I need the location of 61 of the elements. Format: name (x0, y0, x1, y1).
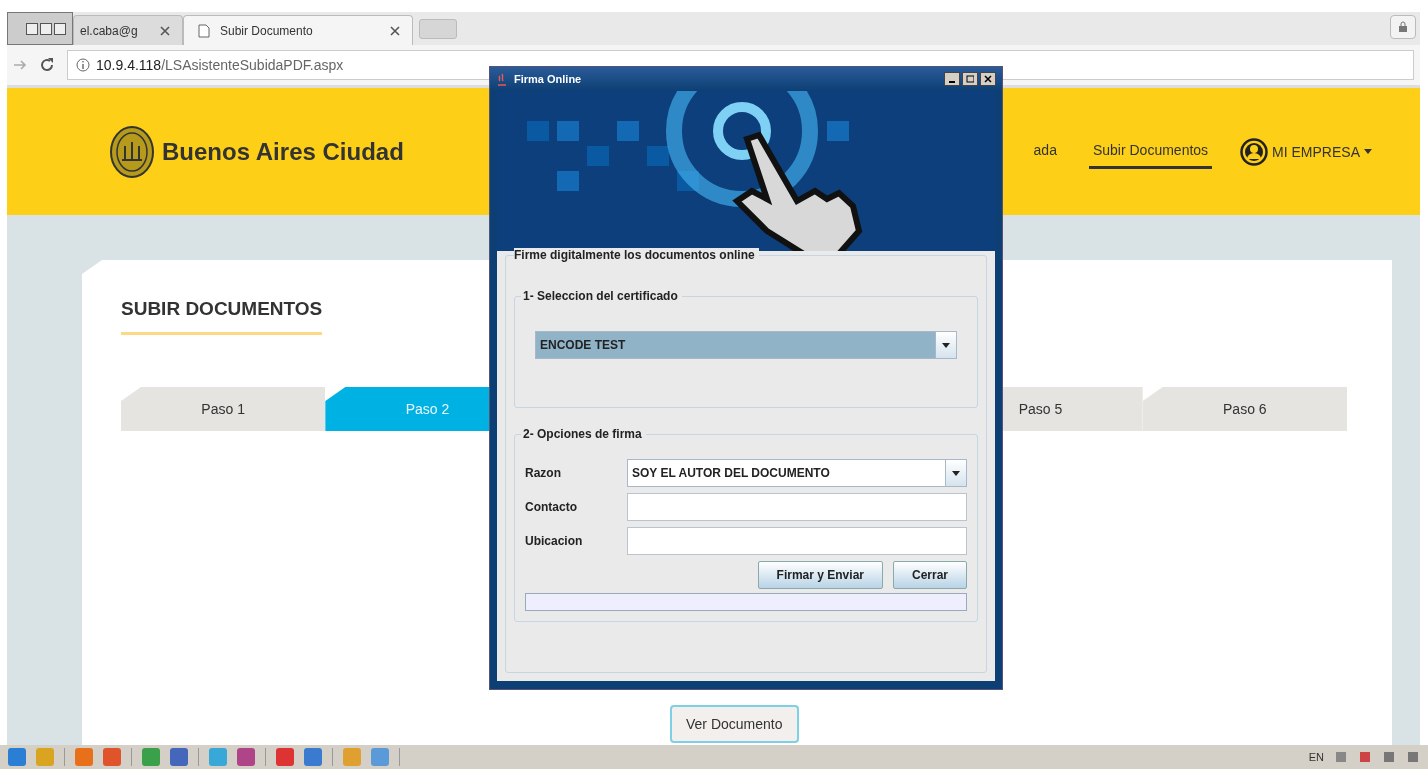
browser-tab[interactable]: Subir Documento (183, 15, 413, 45)
taskbar-app-icon[interactable] (304, 748, 322, 766)
close-icon (984, 75, 992, 83)
tray-icon[interactable] (1406, 750, 1420, 764)
app-icon (496, 72, 508, 86)
field-label: Contacto (525, 500, 578, 514)
taskbar-app-icon[interactable] (103, 748, 121, 766)
dropdown[interactable]: SOY EL AUTOR DEL DOCUMENTO (627, 459, 967, 487)
new-tab-button[interactable] (419, 19, 457, 39)
profile-button[interactable] (1390, 15, 1416, 39)
minimize-button[interactable] (944, 72, 960, 86)
page-icon (198, 23, 210, 38)
taskbar-app-icon[interactable] (142, 748, 160, 766)
taskbar-app-icon[interactable] (237, 748, 255, 766)
dialog-button[interactable]: Cerrar (892, 561, 967, 589)
tray-icon[interactable] (1334, 750, 1348, 764)
reload-icon[interactable] (39, 57, 55, 73)
taskbar-app-icon[interactable] (170, 748, 188, 766)
input-field[interactable] (627, 527, 967, 555)
dialog-button[interactable]: Firmar y Enviar (757, 561, 883, 589)
account-menu[interactable]: MI EMPRESA (1240, 137, 1372, 166)
language-indicator[interactable]: EN (1308, 751, 1324, 763)
taskbar-app-icon[interactable] (36, 748, 54, 766)
caret-icon (1364, 149, 1372, 154)
taskbar-app-icon[interactable] (8, 748, 26, 766)
user-icon (1240, 137, 1269, 166)
maximize-button[interactable] (962, 72, 978, 86)
close-icon[interactable] (390, 25, 400, 36)
caret-icon (942, 342, 950, 348)
caret-icon (952, 470, 960, 476)
dropdown[interactable]: ENCODE TEST (535, 331, 957, 359)
tray-icon[interactable] (1358, 750, 1372, 764)
section-title: 1- Seleccion del certificado (521, 289, 682, 303)
window-controls[interactable] (7, 12, 73, 45)
step-tab[interactable]: Paso 1 (121, 387, 326, 431)
field-label: Ubicacion (525, 534, 584, 548)
page-title: SUBIR DOCUMENTOS (121, 298, 323, 335)
taskbar-app-icon[interactable] (371, 748, 389, 766)
url-text: 10.9.4.118/LSAsistenteSubidaPDF.aspx (96, 57, 344, 73)
forward-icon[interactable] (13, 59, 27, 71)
taskbar-app-icon[interactable] (276, 748, 294, 766)
crest-logo (110, 125, 154, 178)
input-field[interactable] (627, 493, 967, 521)
taskbar-app-icon[interactable] (75, 748, 93, 766)
section-title: 2- Opciones de firma (521, 427, 646, 441)
info-icon (76, 58, 90, 72)
browser-tab[interactable]: el.caba@g (73, 15, 183, 45)
taskbar-app-icon[interactable] (343, 748, 361, 766)
close-button[interactable] (980, 72, 996, 86)
step-tab[interactable]: Paso 6 (1142, 387, 1347, 431)
taskbar-app-icon[interactable] (209, 748, 227, 766)
nav-link[interactable]: ada (1029, 134, 1061, 169)
tray-icon[interactable] (1382, 750, 1396, 764)
nav-link[interactable]: Subir Documentos (1088, 134, 1213, 169)
view-document-button[interactable]: Ver Documento (670, 705, 799, 743)
group-title: Firme digitalmente los documentos online (514, 248, 759, 262)
brand-name: Buenos Aires Ciudad (162, 137, 404, 166)
field-label: Razon (525, 466, 562, 480)
close-icon[interactable] (160, 25, 170, 36)
maximize-icon (966, 75, 974, 83)
lock-icon (1398, 21, 1408, 33)
